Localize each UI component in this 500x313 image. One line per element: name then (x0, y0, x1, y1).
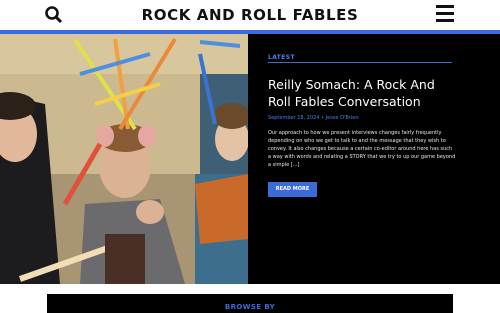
featured-photo[interactable] (0, 34, 248, 284)
article-author[interactable]: Jesse O'Brien (326, 115, 359, 121)
featured-article-content: LATEST Reilly Somach: A Rock And Roll Fa… (268, 34, 456, 284)
article-date: September 18, 2024 (268, 115, 320, 121)
menu-button[interactable] (436, 5, 454, 23)
article-excerpt: Our approach to how we present interview… (268, 130, 456, 168)
browse-section: BROWSE BY (47, 294, 453, 313)
hamburger-menu-icon (436, 5, 454, 22)
read-more-button[interactable]: READ MORE (268, 182, 317, 197)
site-header: ROCK AND ROLL FABLES (0, 0, 500, 30)
site-logo[interactable]: ROCK AND ROLL FABLES (0, 6, 500, 24)
category-label[interactable]: LATEST (268, 54, 295, 61)
featured-article: LATEST Reilly Somach: A Rock And Roll Fa… (0, 34, 500, 284)
article-meta: September 18, 2024 • Jesse O'Brien (268, 115, 359, 121)
browse-by-heading: BROWSE BY (224, 303, 276, 311)
article-title[interactable]: Reilly Somach: A Rock And Roll Fables Co… (268, 76, 454, 110)
category-divider (268, 62, 452, 63)
